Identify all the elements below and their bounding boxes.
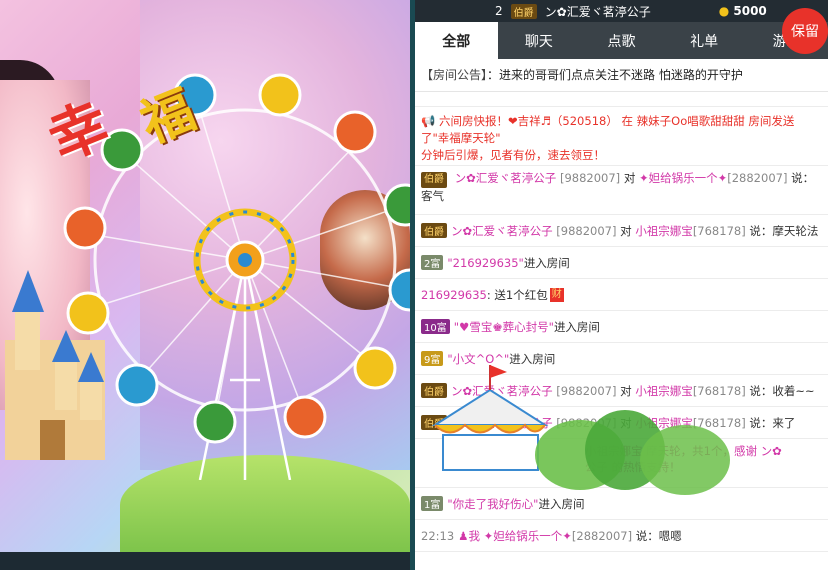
list-item: 2富 "216929635" 进入房间 [415, 247, 828, 279]
message-text-cont: 客气 [421, 189, 444, 203]
room-announcement: 【房间公告】：进来的哥哥们点点关注不迷路 怕迷路的开守护 [415, 59, 828, 92]
timestamp: 22:13 [421, 528, 455, 543]
verb: 对 [620, 415, 632, 430]
message-text: 说：嗯嗯 [635, 528, 682, 543]
user-icon: ♟ [458, 528, 469, 543]
wealth-badge: 10富 [421, 319, 450, 334]
user-name[interactable]: "216929635" [447, 256, 523, 270]
list-item: 216929635 : 送1个红包 财 [415, 279, 828, 311]
top-user-coins: ● 5000 [719, 4, 767, 18]
sender-id: [9882007] [556, 223, 617, 238]
verb: 对 [623, 171, 636, 185]
recipient-name[interactable]: 小祖宗娜宝 [635, 415, 693, 431]
enter-text: 进入房间 [509, 351, 556, 366]
sender-id: [9882007] [556, 415, 617, 430]
red-envelope-icon: 财 [549, 287, 564, 302]
video-bottom-bar [0, 552, 410, 570]
keep-button[interactable]: 保留 [782, 8, 828, 54]
top-user-badge: 伯爵 [510, 3, 537, 19]
recipient-name[interactable]: ✦妲给锅乐一个✦ [639, 171, 727, 185]
list-item: 9富 "小文^O^" 进入房间 [415, 343, 828, 375]
sender-name[interactable]: ン✿汇爱ヾ茗渟公子 [451, 223, 553, 239]
message-text: 说：收着~~ [749, 383, 815, 398]
gift-text: : 送1个红包 [486, 287, 548, 302]
chat-tabs: 全部 聊天 点歌 礼单 游戏 [415, 22, 828, 59]
recipient-id: [768178] [692, 415, 746, 430]
thanks-text-2: 公子 的热情支持！ [585, 460, 681, 474]
list-item [415, 92, 828, 107]
top-user-rank: 2 [495, 4, 503, 18]
sender-id: [9882007] [556, 383, 617, 398]
list-item: 1富 "你走了我好伤心" 进入房间 [415, 488, 828, 520]
recipient-id: [2882007] [727, 171, 788, 185]
verb: 对 [620, 383, 632, 398]
user-badge: 伯爵 [421, 172, 447, 188]
recipient-name[interactable]: 小祖宗娜宝 [635, 223, 693, 239]
user-name[interactable]: 216929635 [421, 288, 487, 302]
recipient-name[interactable]: 小祖宗娜宝 [635, 383, 693, 399]
sender-name[interactable]: 我 [468, 528, 480, 544]
user-badge: 伯爵 [421, 223, 447, 238]
announcement-label: 【房间公告】 [421, 68, 488, 82]
list-item: 小祖宗娜宝 摩天轮，共1个，感谢 ン✿ 公子 的热情支持！ [415, 439, 828, 488]
user-badge: 伯爵 [421, 415, 447, 430]
video-stream[interactable]: 幸 福 [0, 0, 410, 570]
message-list[interactable]: 📢 六间房快报！❤吉祥♬（520518） 在 辣妹子Oo唱歌甜甜甜 房间发送了"… [415, 92, 828, 552]
user-badge: 伯爵 [421, 383, 447, 398]
enter-text: 进入房间 [538, 496, 585, 511]
tab-all[interactable]: 全部 [415, 22, 498, 59]
message-text: 说：来了 [749, 415, 796, 430]
chat-panel: 2 伯爵 ン✿汇爱ヾ茗渟公子 ● 5000 全部 聊天 点歌 礼单 游戏 保留 … [415, 0, 828, 570]
recipient-id: [768178] [692, 223, 746, 238]
top-user-name[interactable]: ン✿汇爱ヾ茗渟公子 [545, 3, 651, 20]
tab-song-request[interactable]: 点歌 [580, 22, 663, 59]
top-user-strip: 2 伯爵 ン✿汇爱ヾ茗渟公子 ● 5000 [415, 0, 828, 22]
message-text: 说： [791, 171, 815, 185]
tab-chat[interactable]: 聊天 [498, 22, 581, 59]
coin-icon: ● [718, 4, 730, 18]
recipient-name[interactable]: ✦妲给锅乐一个✦ [484, 528, 572, 544]
sender-name[interactable]: ン✿汇爱ヾ茗渟公子 [451, 383, 553, 399]
top-user-coins-value: 5000 [733, 4, 767, 18]
user-name[interactable]: "你走了我好伤心" [447, 496, 538, 512]
sender-name[interactable]: ン✿汇爱ヾ茗渟公子 [451, 415, 553, 431]
recipient-id: [768178] [692, 383, 746, 398]
tab-gift-list[interactable]: 礼单 [663, 22, 746, 59]
list-item: 伯爵 ン✿汇爱ヾ茗渟公子 [9882007] 对 小祖宗娜宝 [768178] 说… [415, 375, 828, 407]
list-item: 10富 "♥雪宝♚葬心封号" 进入房间 [415, 311, 828, 343]
thanks-text: 小祖宗娜宝 摩天轮，共1个，感谢 ン✿ [585, 444, 782, 458]
broadcast-text: 六间房快报！❤吉祥♬（520518） 在 辣妹子Oo唱歌甜甜甜 房间发送了"幸福… [421, 114, 795, 145]
verb: 对 [620, 223, 632, 238]
recipient-id: [2882007] [571, 528, 633, 543]
list-item: 22:13 ♟ 我 ✦妲给锅乐一个✦ [2882007] 说：嗯嗯 [415, 520, 828, 552]
enter-text: 进入房间 [553, 319, 600, 334]
sender-id: [9882007] [559, 171, 621, 185]
sender-name[interactable]: ン✿汇爱ヾ茗渟公子 [455, 171, 557, 185]
list-item: 伯爵 ン✿汇爱ヾ茗渟公子 [9882007] 对 ✦妲给锅乐一个✦[288200… [415, 166, 828, 215]
list-item: 📢 六间房快报！❤吉祥♬（520518） 在 辣妹子Oo唱歌甜甜甜 房间发送了"… [415, 107, 828, 166]
list-item: 伯爵 ン✿汇爱ヾ茗渟公子 [9882007] 对 小祖宗娜宝 [768178] 说… [415, 215, 828, 247]
list-item: 伯爵 ン✿汇爱ヾ茗渟公子 [9882007] 对 小祖宗娜宝 [768178] 说… [415, 407, 828, 439]
enter-text: 进入房间 [523, 255, 570, 270]
user-name[interactable]: "♥雪宝♚葬心封号" [454, 319, 554, 335]
wealth-badge: 2富 [421, 255, 444, 270]
user-name[interactable]: "小文^O^" [447, 351, 509, 367]
megaphone-icon: 📢 [421, 114, 436, 128]
broadcast-text-2: 分钟后引爆，见者有份，速去领豆！ [421, 148, 605, 162]
wealth-badge: 9富 [421, 351, 444, 366]
message-text: 说：摩天轮法 [749, 223, 819, 238]
wealth-badge: 1富 [421, 496, 444, 511]
announcement-text: ：进来的哥哥们点点关注不迷路 怕迷路的开守护 [487, 68, 743, 82]
